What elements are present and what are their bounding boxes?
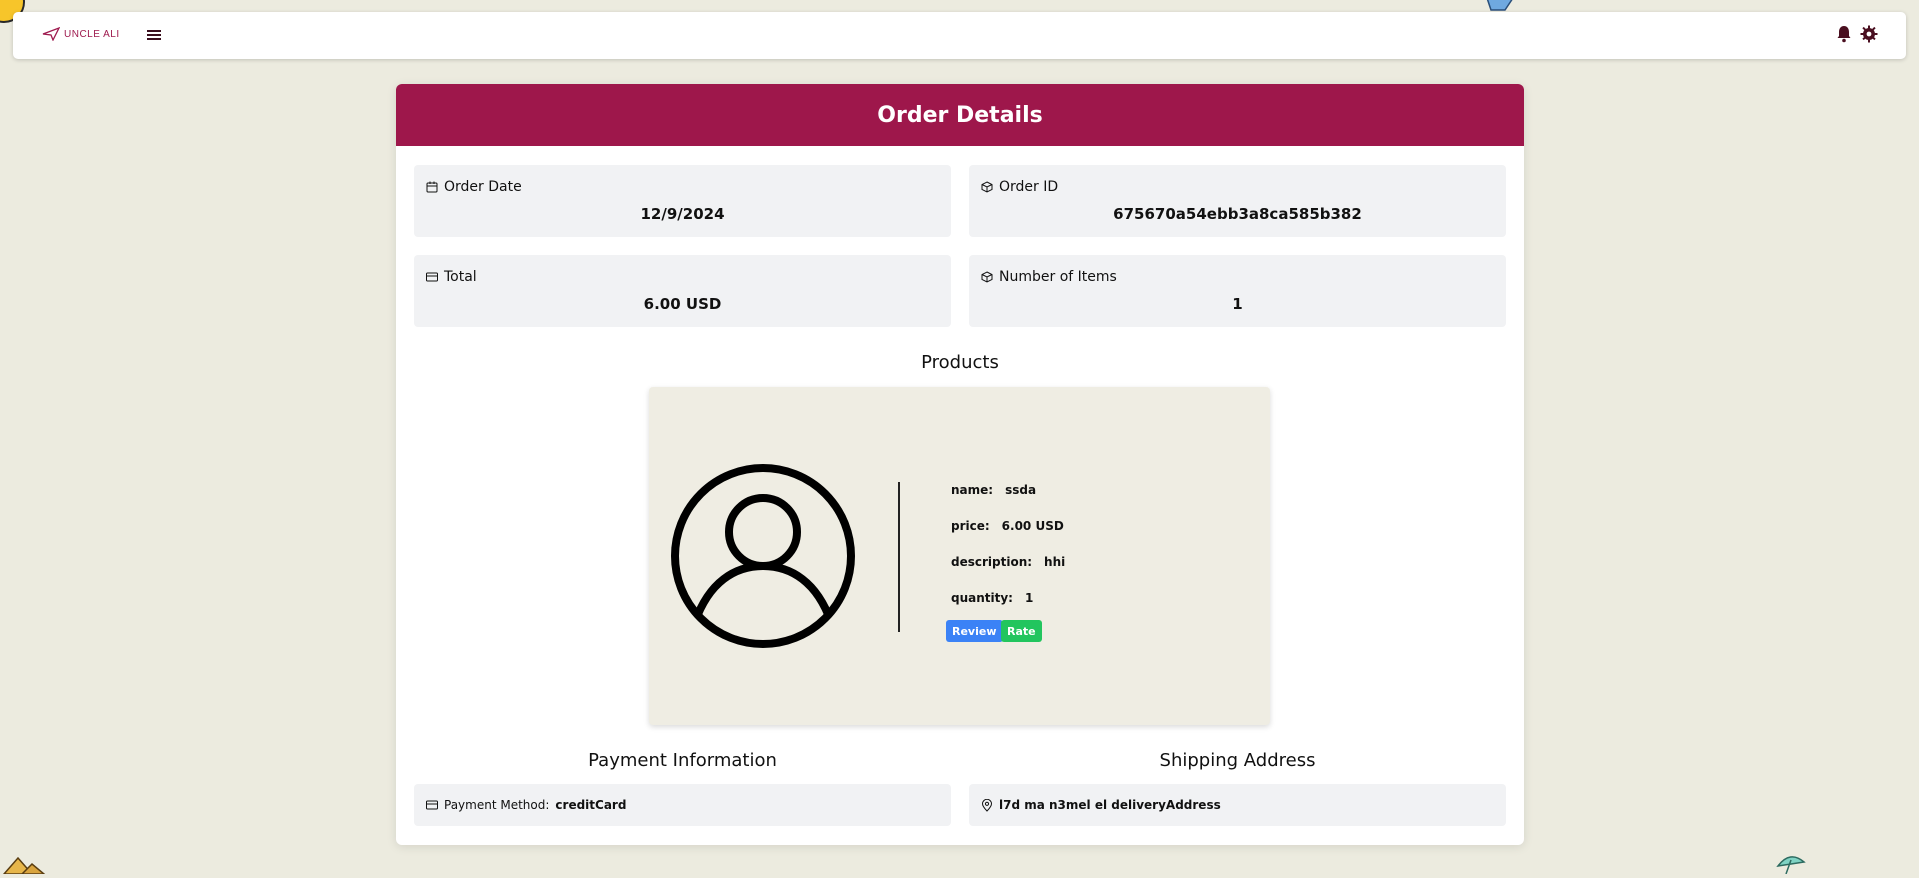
order-id-label-row: Order ID: [981, 179, 1058, 195]
product-description-value: hhi: [1044, 555, 1066, 569]
order-id-value: 675670a54ebb3a8ca585b382: [1113, 205, 1362, 223]
product-description-row: description: hhi: [951, 555, 1065, 569]
order-date-box: Order Date 12/9/2024: [414, 165, 951, 237]
total-label: Total: [444, 269, 477, 285]
hamburger-menu-button[interactable]: [146, 27, 164, 43]
products-heading: Products: [921, 352, 999, 373]
order-id-label: Order ID: [999, 179, 1059, 195]
page-title: Order Details: [877, 102, 1043, 128]
product-quantity-row: quantity: 1: [951, 591, 1033, 605]
notifications-button[interactable]: [1836, 25, 1852, 43]
payment-method-box: Payment Method: creditCard: [414, 784, 951, 826]
order-id-box: Order ID 675670a54ebb3a8ca585b382: [969, 165, 1506, 237]
shipping-address-box: l7d ma n3mel el deliveryAddress: [969, 784, 1506, 826]
order-details-card: Order Details Order Date 12/9/2024 Order…: [396, 84, 1524, 845]
gear-icon: [1860, 25, 1878, 43]
payment-method-label: Payment Method:: [444, 798, 550, 812]
number-of-items-label: Number of Items: [999, 269, 1117, 285]
credit-card-icon: [426, 800, 438, 810]
product-name-row: name: ssda: [951, 483, 1036, 497]
product-card: name: ssda price: 6.00 USD description: …: [649, 387, 1270, 725]
order-date-label: Order Date: [444, 179, 522, 195]
map-pin-icon: [981, 798, 993, 812]
payment-heading: Payment Information: [588, 750, 777, 771]
product-price-label: price:: [951, 519, 990, 533]
navbar-actions: [1836, 25, 1878, 43]
package-icon: [981, 181, 993, 193]
pyramid-decoration: [0, 856, 50, 878]
shipping-address-value: l7d ma n3mel el deliveryAddress: [999, 798, 1221, 812]
shipping-heading: Shipping Address: [1159, 750, 1316, 771]
product-price-value: 6.00 USD: [1001, 519, 1064, 533]
logo-plane-icon: [42, 27, 60, 41]
total-value: 6.00 USD: [643, 295, 722, 313]
product-divider: [898, 482, 900, 632]
rate-button[interactable]: Rate: [1001, 620, 1042, 642]
credit-card-icon: [426, 272, 438, 282]
total-box: Total 6.00 USD: [414, 255, 951, 327]
product-image: [669, 462, 857, 654]
user-circle-icon: [671, 464, 855, 648]
number-of-items-value: 1: [1232, 295, 1243, 313]
card-header: Order Details: [396, 84, 1524, 146]
brand-logo[interactable]: UNCLE ALI: [42, 27, 120, 41]
logo-text: UNCLE ALI: [64, 28, 120, 40]
order-date-value: 12/9/2024: [640, 205, 725, 223]
umbrella-decoration: [1776, 852, 1806, 878]
calendar-icon: [426, 181, 438, 193]
menu-icon: [147, 30, 161, 40]
product-name-label: name:: [951, 483, 994, 497]
number-of-items-box: Number of Items 1: [969, 255, 1506, 327]
total-label-row: Total: [426, 269, 477, 285]
product-description-label: description:: [951, 555, 1033, 569]
settings-button[interactable]: [1860, 25, 1878, 43]
order-date-label-row: Order Date: [426, 179, 522, 195]
top-navbar: UNCLE ALI: [13, 12, 1906, 59]
package-icon: [981, 271, 993, 283]
product-quantity-value: 1: [1024, 591, 1034, 605]
product-name-value: ssda: [1005, 483, 1037, 497]
product-quantity-label: quantity:: [951, 591, 1013, 605]
product-price-row: price: 6.00 USD: [951, 519, 1064, 533]
payment-method-value: creditCard: [555, 798, 627, 812]
number-of-items-label-row: Number of Items: [981, 269, 1117, 285]
bell-icon: [1837, 26, 1851, 43]
review-button[interactable]: Review: [946, 620, 1003, 642]
